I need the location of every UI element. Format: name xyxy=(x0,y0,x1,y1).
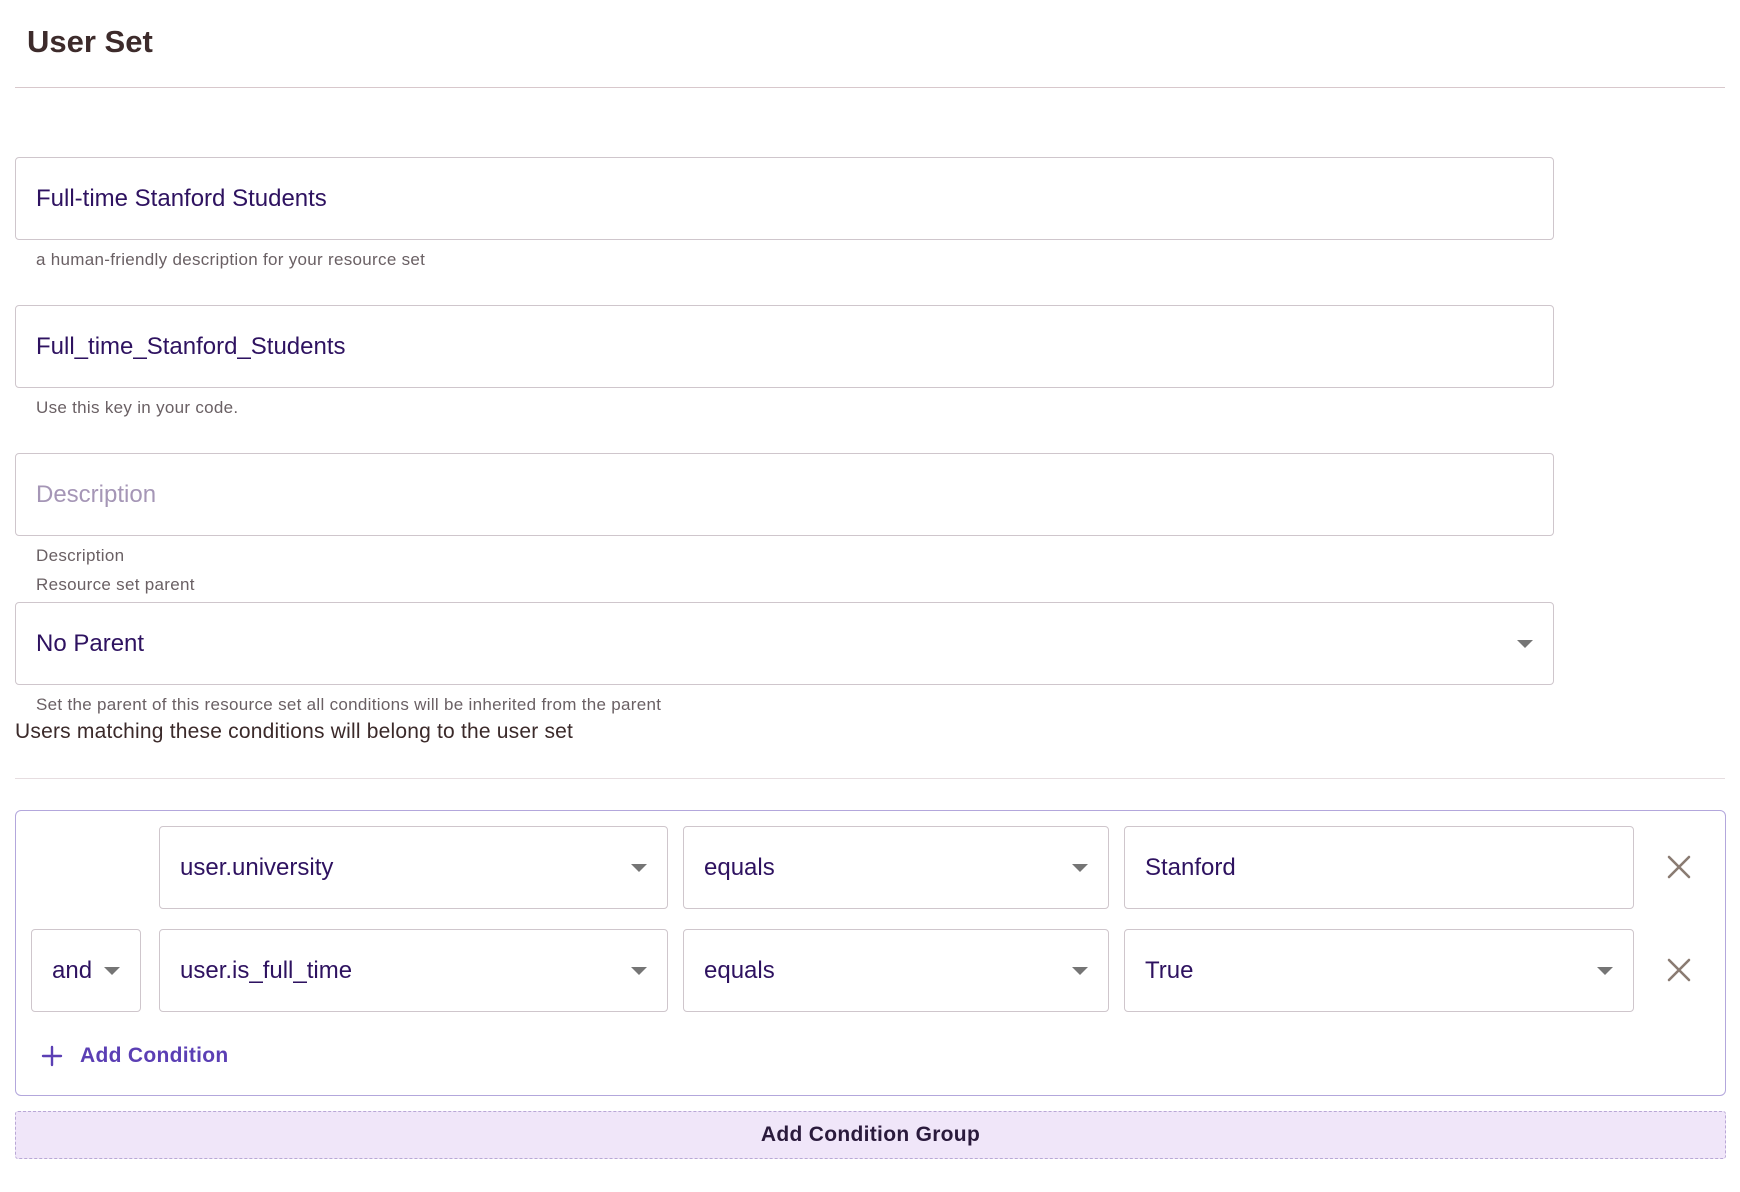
chevron-down-icon xyxy=(631,966,647,975)
parent-select[interactable]: No Parent xyxy=(15,602,1554,685)
condition-1-attribute-value: user.university xyxy=(180,853,334,881)
remove-condition-2-button[interactable] xyxy=(1659,950,1699,990)
key-helper-text: Use this key in your code. xyxy=(36,398,239,417)
parent-label: Resource set parent xyxy=(36,575,195,594)
chevron-down-icon xyxy=(1072,966,1088,975)
name-field[interactable] xyxy=(15,157,1554,240)
close-icon xyxy=(1667,958,1691,982)
parent-helper-text: Set the parent of this resource set all … xyxy=(36,695,662,714)
condition-2-attribute-value: user.is_full_time xyxy=(180,956,353,984)
chevron-down-icon xyxy=(104,966,120,975)
title-divider xyxy=(15,87,1725,88)
remove-condition-1-button[interactable] xyxy=(1659,847,1699,887)
condition-2-connector-select[interactable]: and xyxy=(31,929,141,1012)
condition-1-operator-value: equals xyxy=(704,853,775,881)
key-field[interactable] xyxy=(15,305,1554,388)
chevron-down-icon xyxy=(1517,639,1533,648)
chevron-down-icon xyxy=(1597,966,1613,975)
condition-1-value-field[interactable] xyxy=(1124,826,1634,909)
key-input[interactable] xyxy=(16,306,1553,387)
chevron-down-icon xyxy=(631,863,647,872)
condition-2-value: True xyxy=(1145,956,1194,984)
condition-2-connector-value: and xyxy=(52,956,93,984)
condition-2-value-select[interactable]: True xyxy=(1124,929,1634,1012)
description-field[interactable] xyxy=(15,453,1554,536)
user-set-page: User Set a human-friendly description fo… xyxy=(0,0,1740,1192)
name-helper-text: a human-friendly description for your re… xyxy=(36,250,426,269)
condition-2-operator-select[interactable]: equals xyxy=(683,929,1109,1012)
section-divider xyxy=(15,778,1725,779)
condition-1-value-input[interactable] xyxy=(1125,827,1633,908)
close-icon xyxy=(1667,855,1691,879)
description-input[interactable] xyxy=(16,454,1553,535)
condition-1-operator-select[interactable]: equals xyxy=(683,826,1109,909)
description-helper-text: Description xyxy=(36,546,125,565)
plus-icon xyxy=(41,1045,63,1067)
conditions-section-label: Users matching these conditions will bel… xyxy=(15,720,574,743)
add-condition-button[interactable]: Add Condition xyxy=(40,1038,229,1074)
add-condition-group-button[interactable]: Add Condition Group xyxy=(15,1111,1726,1159)
scroll-edge xyxy=(1726,0,1740,1192)
page-title: User Set xyxy=(27,24,153,59)
parent-select-value: No Parent xyxy=(36,629,145,657)
condition-2-operator-value: equals xyxy=(704,956,775,984)
chevron-down-icon xyxy=(1072,863,1088,872)
condition-1-attribute-select[interactable]: user.university xyxy=(159,826,668,909)
condition-2-attribute-select[interactable]: user.is_full_time xyxy=(159,929,668,1012)
add-condition-label: Add Condition xyxy=(80,1044,229,1067)
name-input[interactable] xyxy=(16,158,1553,239)
